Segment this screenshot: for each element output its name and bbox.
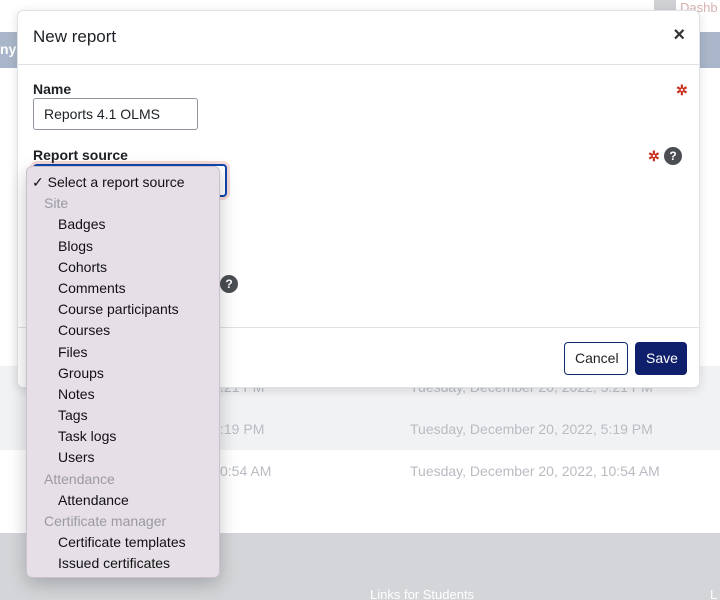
option-course-participants[interactable]: Course participants xyxy=(27,299,219,320)
option-blogs[interactable]: Blogs xyxy=(27,236,219,257)
option-issued-certificates[interactable]: Issued certificates xyxy=(27,553,219,574)
option-badges[interactable]: Badges xyxy=(27,214,219,235)
help-icon[interactable]: ? xyxy=(220,275,238,293)
table-cell: Tuesday, December 20, 2022, 10:54 AM xyxy=(410,463,660,479)
option-tags[interactable]: Tags xyxy=(27,405,219,426)
close-icon[interactable]: × xyxy=(673,25,685,45)
table-cell: Tuesday, December 20, 2022, 5:19 PM xyxy=(410,421,653,437)
option-certificate-templates[interactable]: Certificate templates xyxy=(27,532,219,553)
table-cell: :19 PM xyxy=(220,421,265,437)
modal-title: New report xyxy=(33,27,117,46)
option-cohorts[interactable]: Cohorts xyxy=(27,257,219,278)
option-notes[interactable]: Notes xyxy=(27,384,219,405)
required-icon: ✲ xyxy=(676,82,688,98)
name-label: Name xyxy=(33,81,72,97)
option-groups[interactable]: Groups xyxy=(27,363,219,384)
option-comments[interactable]: Comments xyxy=(27,278,219,299)
option-select-report-source[interactable]: ✓ Select a report source xyxy=(27,172,219,193)
option-users[interactable]: Users xyxy=(27,447,219,468)
help-icon[interactable]: ? xyxy=(664,147,682,165)
option-task-logs[interactable]: Task logs xyxy=(27,426,219,447)
optgroup-attendance: Attendance xyxy=(44,470,115,487)
optgroup-certificate-manager: Certificate manager xyxy=(44,513,167,529)
name-input[interactable] xyxy=(33,98,198,130)
footer-heading-edge: L xyxy=(710,587,718,600)
option-files[interactable]: Files xyxy=(27,342,219,363)
save-button[interactable]: Save xyxy=(635,342,687,375)
nav-strip-text: ny xyxy=(0,41,17,57)
report-source-options: ✓ Select a report source Site Badges Blo… xyxy=(26,166,220,578)
option-attendance[interactable]: Attendance xyxy=(27,490,219,511)
cancel-button[interactable]: Cancel xyxy=(564,342,628,375)
required-icon: ✲ xyxy=(648,148,660,164)
report-source-label: Report source xyxy=(33,147,128,163)
table-cell: 0:54 AM xyxy=(220,463,272,479)
footer-links-heading: Links for Students xyxy=(370,587,475,600)
modal-header: New report × xyxy=(18,11,699,65)
option-courses[interactable]: Courses xyxy=(27,320,219,341)
optgroup-site: Site xyxy=(44,195,69,212)
